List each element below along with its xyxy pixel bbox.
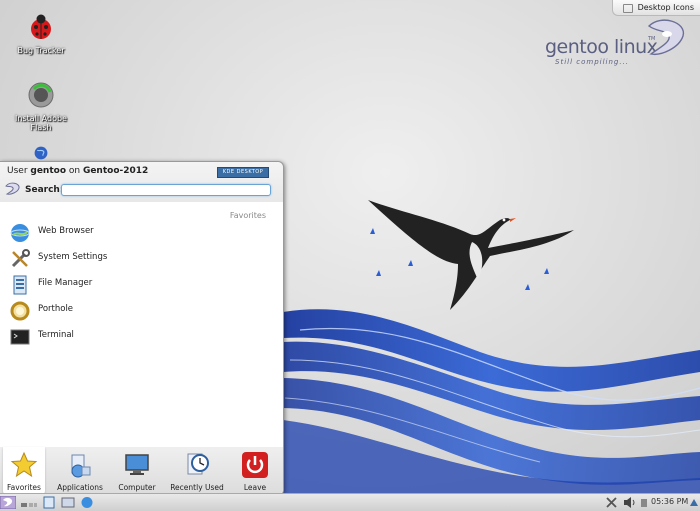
system-settings-icon	[11, 249, 30, 268]
tab-label: Recently Used	[170, 483, 224, 492]
volume-icon[interactable]	[623, 496, 637, 509]
web-browser-icon	[10, 224, 30, 242]
desktop-icons-label: Desktop Icons	[637, 3, 694, 12]
globe-icon	[34, 146, 48, 160]
user-mid: on	[66, 166, 83, 176]
pager-icon[interactable]	[20, 496, 38, 509]
file-manager-icon	[13, 275, 27, 295]
user-prefix: User	[7, 166, 31, 176]
ladybug-icon	[31, 14, 51, 39]
panel-toolbox-icon[interactable]	[688, 496, 700, 509]
tab-recently-used[interactable]: Recently Used	[165, 447, 229, 495]
gentoo-search-icon	[5, 182, 20, 195]
favorites-header: Favorites	[229, 211, 266, 220]
favorite-label: System Settings	[38, 252, 108, 262]
power-icon	[242, 452, 268, 478]
desktop-icons-button[interactable]: Desktop Icons	[612, 0, 700, 16]
browser-taskbar-icon[interactable]	[80, 496, 94, 509]
taskbar-clock[interactable]: 05:36 PM	[651, 497, 688, 506]
user-name: gentoo	[30, 166, 66, 176]
favorite-label: Terminal	[38, 330, 74, 340]
gentoo-launcher-icon[interactable]	[0, 496, 16, 509]
user-line: User gentoo on Gentoo-2012	[7, 166, 148, 176]
tab-label: Computer	[118, 483, 156, 492]
desktop-icon-bug-tracker[interactable]: Bug Tracker	[6, 12, 76, 55]
logo-wordmark: gentoo linux	[545, 36, 658, 58]
desktop-icon-label: Install Adobe Flash	[15, 114, 67, 132]
desktop-icons-glyph-icon	[623, 4, 633, 13]
favorite-file-manager[interactable]: File Manager	[9, 274, 269, 296]
clock-icon	[187, 453, 209, 475]
desktop-icon-label: Bug Tracker	[17, 46, 65, 55]
show-desktop-icon[interactable]	[61, 496, 75, 509]
kde-desktop-badge: KDE DESKTOP	[217, 167, 269, 178]
porthole-icon	[10, 301, 30, 321]
flash-install-icon	[28, 82, 54, 108]
star-icon	[10, 451, 38, 478]
search-input[interactable]	[61, 184, 271, 196]
favorite-label: File Manager	[38, 278, 93, 288]
network-icon[interactable]	[640, 496, 648, 509]
favorite-label: Web Browser	[38, 226, 94, 236]
tab-applications[interactable]: Applications	[52, 447, 108, 495]
tools-tray-icon[interactable]	[605, 496, 618, 509]
favorite-web-browser[interactable]: Web Browser	[9, 222, 269, 244]
gentoo-g-icon	[647, 19, 684, 55]
computer-icon	[125, 454, 149, 475]
search-label: Search:	[25, 185, 64, 195]
applications-icon	[71, 454, 91, 478]
tab-favorites[interactable]: Favorites	[3, 447, 45, 495]
taskbar: 05:36 PM	[0, 493, 700, 511]
file-manager-taskbar-icon[interactable]	[42, 496, 56, 509]
penguin-bird-illustration	[368, 200, 574, 310]
logo-tagline: Still compiling...	[555, 58, 630, 66]
favorite-porthole[interactable]: Porthole	[9, 300, 269, 322]
favorite-system-settings[interactable]: System Settings	[9, 248, 269, 270]
tab-label: Applications	[57, 483, 103, 492]
launcher-header: User gentoo on Gentoo-2012 KDE DESKTOP S…	[0, 162, 283, 202]
favorite-label: Porthole	[38, 304, 74, 314]
desktop-icon-install-adobe-flash[interactable]: Install Adobe Flash	[6, 80, 76, 132]
tab-computer[interactable]: Computer	[112, 447, 162, 495]
host-name: Gentoo-2012	[82, 166, 149, 176]
tab-label: Favorites	[7, 483, 41, 492]
tab-leave[interactable]: Leave	[234, 447, 276, 495]
favorite-terminal[interactable]: Terminal	[9, 326, 269, 348]
kickoff-launcher: User gentoo on Gentoo-2012 KDE DESKTOP S…	[0, 161, 284, 496]
gentoo-logo: gentoo linux TM Still compiling...	[545, 19, 685, 74]
tab-label: Leave	[243, 483, 267, 492]
launcher-tabbar: Favorites Applications Computer Recently…	[0, 447, 283, 495]
terminal-icon	[10, 329, 30, 345]
